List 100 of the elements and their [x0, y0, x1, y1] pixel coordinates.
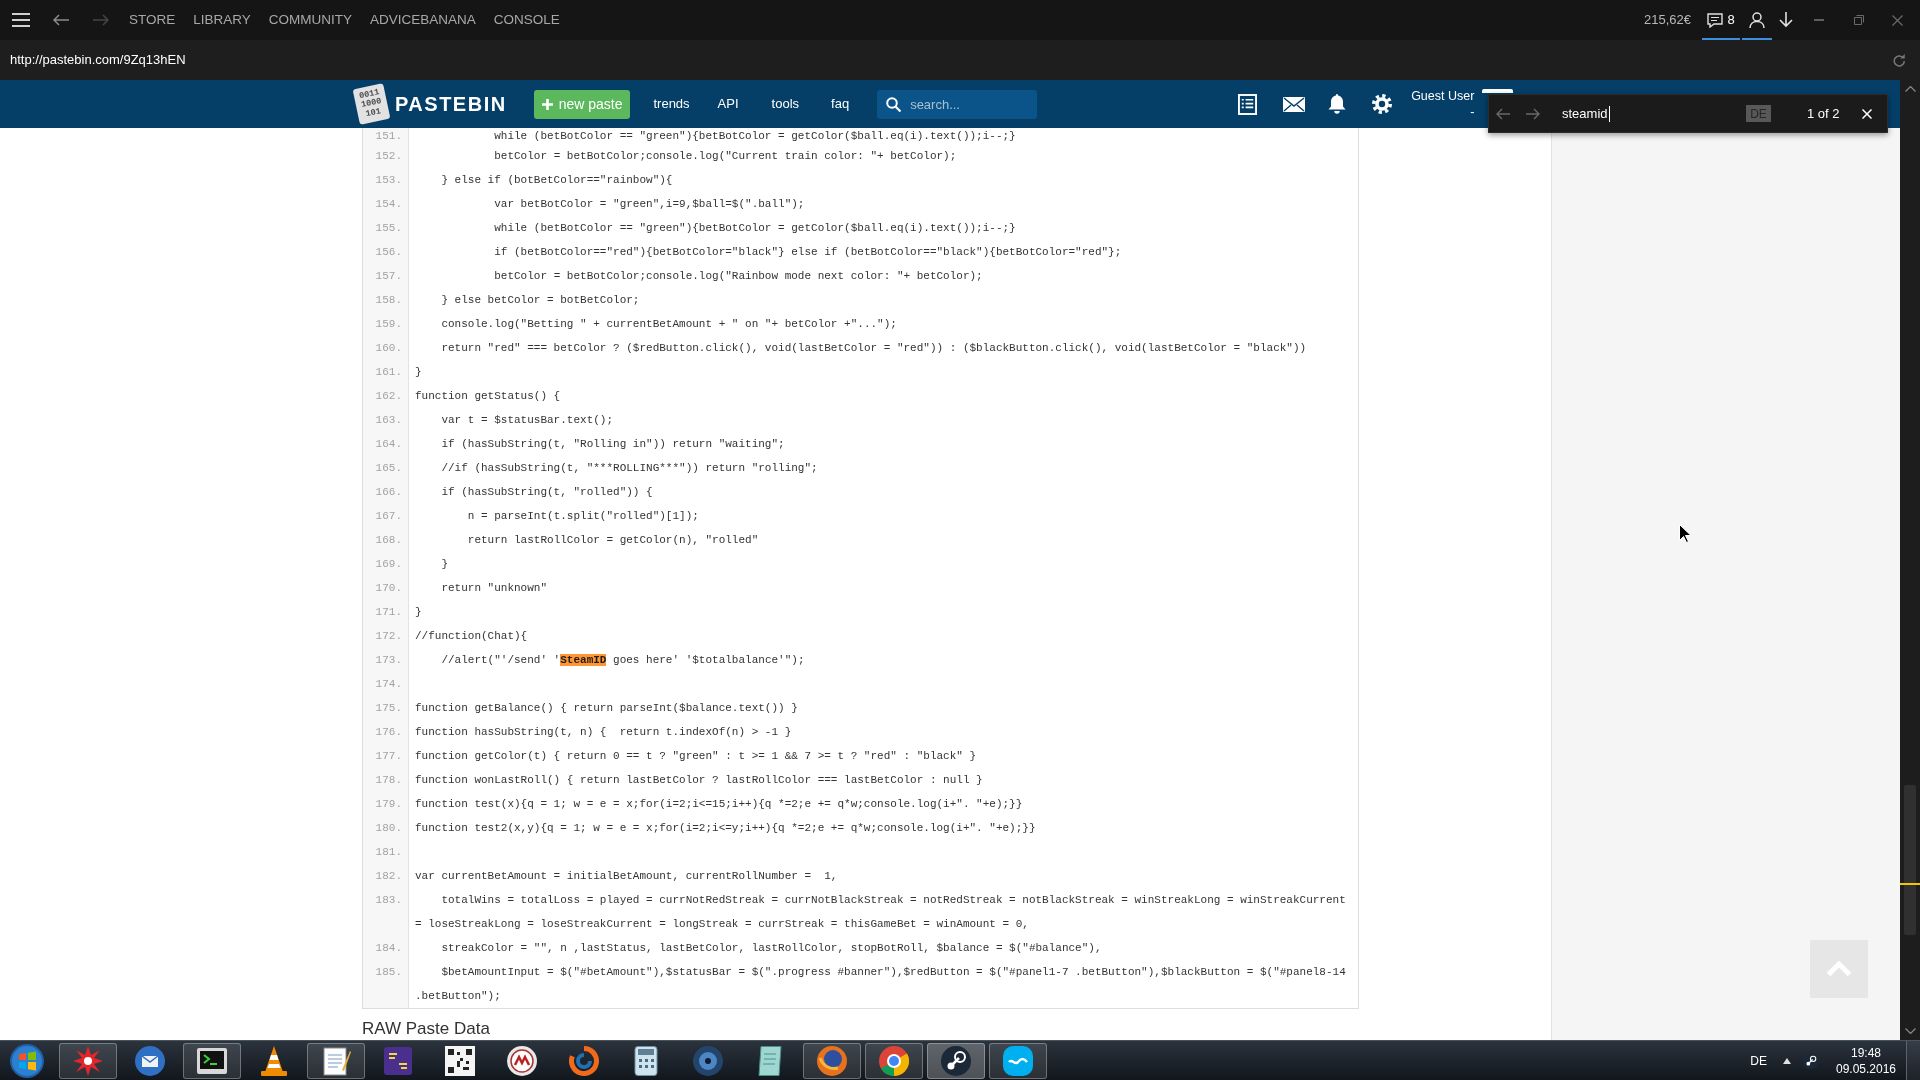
- line-number: 180.: [363, 816, 409, 840]
- code-line: return "unknown": [440, 582, 548, 594]
- line-number: 177.: [363, 744, 409, 768]
- show-desktop-button[interactable]: [1906, 1041, 1920, 1080]
- notepad-icon: [321, 1045, 351, 1076]
- logo-badge[interactable]: 0011 1000 101: [352, 83, 391, 125]
- scrollbar[interactable]: [1900, 80, 1920, 1040]
- code-line: }: [440, 558, 448, 570]
- restore-icon[interactable]: [1854, 15, 1864, 25]
- code-line: if (hasSubString(t, "rolled")) {: [440, 486, 653, 498]
- line-number: 171.: [363, 600, 409, 624]
- keyboard-language[interactable]: DE: [1750, 1051, 1767, 1070]
- line-number: 154.: [363, 192, 409, 216]
- line-number: 173.: [363, 648, 409, 672]
- mail-icon[interactable]: [1283, 96, 1306, 112]
- line-number: 153.: [363, 168, 409, 192]
- zigzag-circle-icon: [507, 1045, 537, 1076]
- calculator-icon: [631, 1045, 661, 1076]
- settings-icon[interactable]: [1372, 94, 1393, 114]
- taskbar-button[interactable]: [927, 1042, 985, 1079]
- code-line: function wonLastRoll() { return lastBetColor ? lastRollColor === lastBetColor : null }: [415, 774, 983, 786]
- line-number: 170.: [363, 576, 409, 600]
- line-number: 174.: [363, 672, 409, 696]
- nav-link[interactable]: API: [717, 94, 739, 114]
- code-line: } else betColor = botBetColor;: [440, 294, 640, 306]
- code-line: while (betBotColor == "green"){betBotColor = getColor($ball.eq(i).text());i--;}: [493, 130, 1016, 142]
- disc-icon: [693, 1045, 723, 1076]
- menu-link[interactable]: STORE: [129, 13, 176, 27]
- refresh-icon[interactable]: [1893, 53, 1906, 67]
- scroll-down-icon[interactable]: [1904, 1028, 1916, 1034]
- code-line: function test2(x,y){q = 1; w = e = x;for(i=2;i<=y;i++){q *=2;e += q*w;console.log(i+". "+e);}}: [415, 822, 1036, 834]
- line-number: 172.: [363, 624, 409, 648]
- piston-icon[interactable]: [1803, 1052, 1819, 1069]
- nav-link[interactable]: trends: [653, 94, 690, 114]
- code-line: //function(Chat){: [415, 630, 528, 642]
- line-number: 152.: [363, 144, 409, 168]
- line-number: 185.: [363, 960, 409, 1008]
- code-line: $betAmountInput = $("#betAmount"),$statusBar = $(".progress #banner"),$redButton = $("#panel1-7 .betButton"),$blackButton = $("#panel8-14 .betButton");: [415, 966, 1347, 1002]
- code-line: function getStatus() {: [415, 390, 561, 402]
- menu-icon[interactable]: [12, 13, 30, 27]
- line-number: 175.: [363, 696, 409, 720]
- code-line: console.log("Betting " + currentBetAmount + " on "+ betColor +"...");: [440, 318, 897, 330]
- ring-icon: [569, 1045, 599, 1076]
- bell-icon[interactable]: [1328, 94, 1347, 114]
- avatar-edge[interactable]: [1482, 89, 1514, 93]
- right-arrow-icon[interactable]: [1526, 107, 1540, 120]
- menu-link[interactable]: LIBRARY: [193, 13, 251, 27]
- piston-icon: [941, 1045, 971, 1076]
- plus-icon: [541, 98, 553, 110]
- code-line: }: [415, 366, 422, 378]
- back-arrow-icon[interactable]: [53, 14, 69, 26]
- code-line: function getBalance() { return parseInt($balance.text()) }: [415, 702, 798, 714]
- line-number: 162.: [363, 384, 409, 408]
- line-number: 178.: [363, 768, 409, 792]
- taskbar-button[interactable]: [989, 1042, 1047, 1079]
- taskbar-button[interactable]: [865, 1042, 923, 1079]
- color-wheel-icon: [879, 1045, 909, 1076]
- taskbar-button[interactable]: [59, 1042, 117, 1079]
- terminal-icon: [197, 1045, 227, 1076]
- taskbar-button[interactable]: [307, 1042, 365, 1079]
- line-number: 169.: [363, 552, 409, 576]
- line-number: 157.: [363, 264, 409, 288]
- up-triangle-icon[interactable]: [1783, 1057, 1791, 1064]
- menu-link[interactable]: ADVICEBANANA: [370, 13, 476, 27]
- orb-icon: [10, 1043, 44, 1078]
- user-name[interactable]: Guest User: [1411, 88, 1475, 104]
- cursor-icon: [1679, 524, 1691, 543]
- list-icon[interactable]: [1238, 93, 1258, 115]
- wallet-balance: 215,62€: [1644, 11, 1691, 30]
- logo-text[interactable]: PASTEBIN: [395, 89, 507, 119]
- scroll-up-icon[interactable]: [1904, 86, 1916, 92]
- code-line: while (betBotColor == "green"){betBotColor = getColor($ball.eq(i).text());i--;}: [493, 222, 1016, 234]
- line-number: 151.: [363, 128, 409, 144]
- code-line: function test(x){q = 1; w = e = x;for(i=2;i<=15;i++){q *=2;e += q*w;console.log(i+". "+e);}}: [415, 798, 1023, 810]
- match-count: 1 of 2: [1807, 104, 1840, 123]
- wave-tile-icon: [1003, 1045, 1033, 1076]
- search-field[interactable]: search...: [877, 89, 1038, 119]
- nav-link[interactable]: tools: [771, 94, 800, 114]
- left-arrow-icon[interactable]: [1496, 107, 1510, 120]
- grid-icon: [445, 1045, 475, 1076]
- code-line: if (betBotColor=="red"){betBotColor="black"} else if (betBotColor=="black"){betBotColor="red"};: [493, 246, 1122, 258]
- menu-link[interactable]: COMMUNITY: [268, 13, 353, 27]
- code-line: var currentBetAmount = initialBetAmount, currentRollNumber = 1,: [415, 870, 838, 882]
- chevron-up-icon: [1826, 961, 1852, 977]
- code-line: }: [415, 606, 422, 618]
- nav-link[interactable]: faq: [831, 94, 850, 114]
- find-field[interactable]: steamid: [1562, 101, 1732, 126]
- scroll-thumb[interactable]: [1904, 785, 1916, 935]
- planet-icon: [817, 1045, 847, 1076]
- line-number: 159.: [363, 312, 409, 336]
- line-number: 164.: [363, 432, 409, 456]
- taskbar-button[interactable]: [803, 1042, 861, 1079]
- taskbar-button[interactable]: [183, 1042, 241, 1079]
- line-number: 155.: [363, 216, 409, 240]
- line-number: 183.: [363, 888, 409, 936]
- code-line: function hasSubString(t, n) { return t.indexOf(n) > -1 }: [415, 726, 792, 738]
- code-line: betColor = betBotColor;console.log("Rainbow mode next color: "+ betColor);: [493, 270, 983, 282]
- code-line: function getColor(t) { return 0 == t ? "green" : t >= 1 && 7 >= t ? "red" : "black" }: [415, 750, 977, 762]
- code-line: if (hasSubString(t, "Rolling in")) return "waiting";: [440, 438, 785, 450]
- menu-link[interactable]: CONSOLE: [493, 13, 560, 27]
